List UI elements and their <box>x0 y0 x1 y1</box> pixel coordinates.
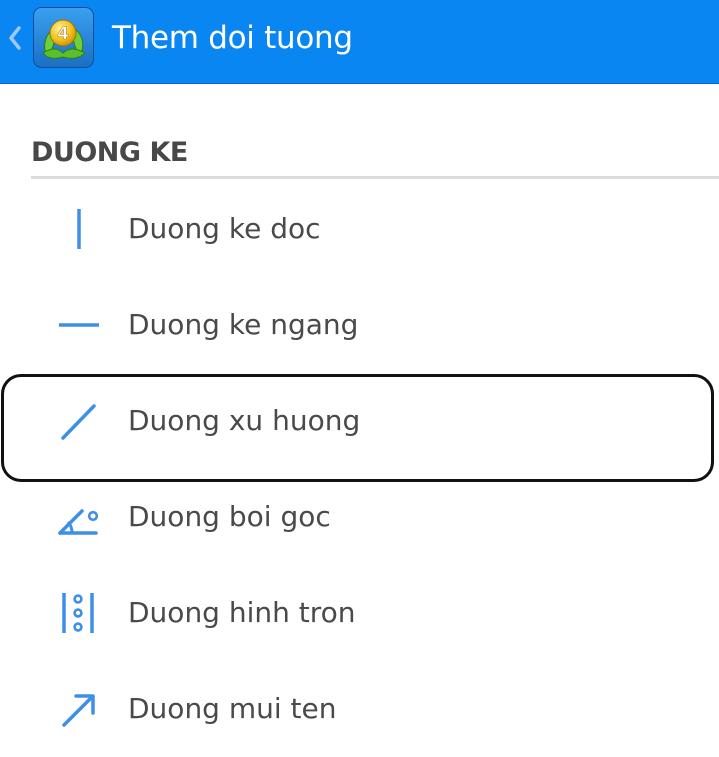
cycle-lines-icon <box>62 593 94 633</box>
vertical-line-icon <box>77 209 81 249</box>
section-divider <box>31 176 719 179</box>
chevron-left-icon[interactable] <box>5 20 23 56</box>
list-item-label: Duong ke doc <box>128 212 321 245</box>
list-item-label: Duong hinh tron <box>128 596 356 629</box>
trend-by-angle-icon <box>58 509 99 535</box>
trend-line-icon <box>61 404 96 440</box>
page-title: Them doi tuong <box>112 20 353 56</box>
section-header: DUONG KE <box>31 137 188 168</box>
app-bar: 4 Them doi tuong <box>0 0 719 84</box>
list-item-horizontal-line[interactable]: Duong ke ngang <box>0 277 719 373</box>
list-item-trend-angle[interactable]: Duong boi goc <box>0 469 719 565</box>
logo-number: 4 <box>57 24 69 44</box>
app-logo-icon[interactable]: 4 <box>33 7 94 68</box>
list-item-label: Duong boi goc <box>128 500 331 533</box>
list-item-label: Duong ke ngang <box>128 308 359 341</box>
list-item-arrow-line[interactable]: Duong mui ten <box>0 661 719 757</box>
list-item-vertical-line[interactable]: Duong ke doc <box>0 181 719 277</box>
list-item-label: Duong xu huong <box>128 404 361 437</box>
list-item-label: Duong mui ten <box>128 692 337 725</box>
horizontal-line-icon <box>59 323 99 327</box>
list-item-trend-line[interactable]: Duong xu huong <box>0 373 719 469</box>
arrow-line-icon <box>62 694 95 727</box>
list-item-cycle-lines[interactable]: Duong hinh tron <box>0 565 719 661</box>
